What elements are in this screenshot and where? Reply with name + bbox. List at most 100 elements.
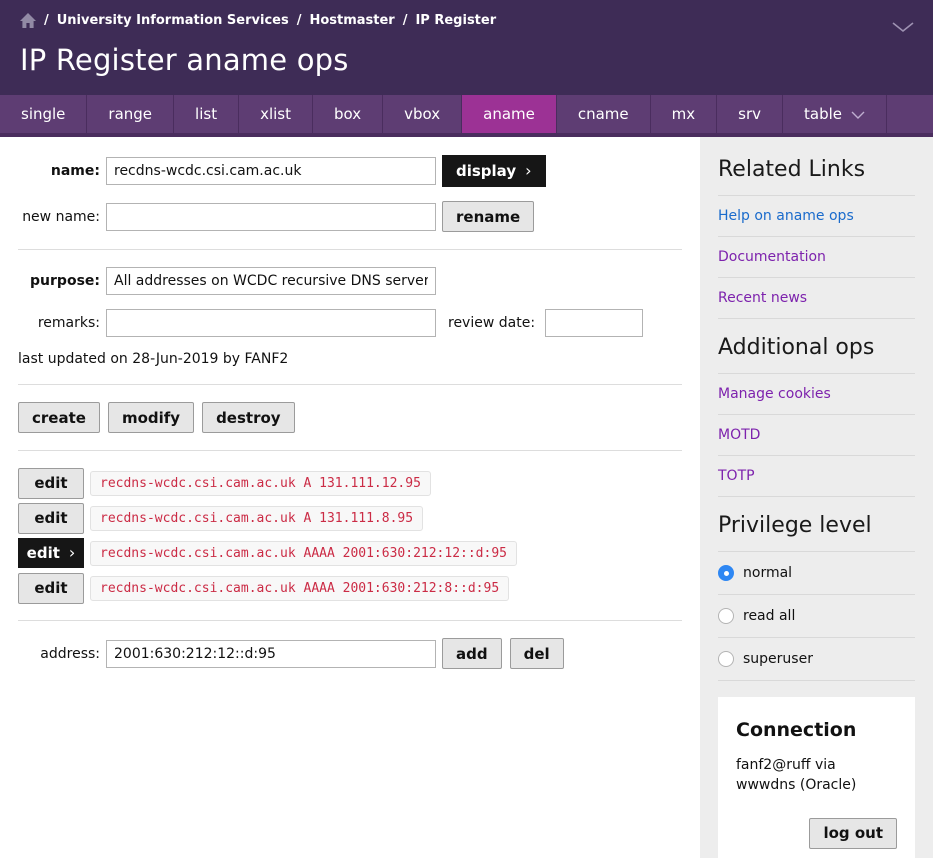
tab-xlist[interactable]: xlist — [239, 95, 313, 133]
sidebar-link[interactable]: Recent news — [718, 290, 807, 306]
address-row: address: add del — [0, 638, 700, 669]
radio-button[interactable] — [718, 608, 734, 624]
tab-label: aname — [483, 105, 535, 123]
privilege-radio-superuser[interactable]: superuser — [718, 638, 915, 681]
radio-button[interactable] — [718, 651, 734, 667]
connection-heading: Connection — [736, 719, 897, 741]
privilege-radio-normal[interactable]: normal — [718, 552, 915, 595]
name-label: name: — [0, 163, 100, 179]
edit-button-label: edit — [34, 579, 67, 597]
record-row: edit recdns-wcdc.csi.cam.ac.uk AAAA 2001:… — [18, 573, 700, 603]
breadcrumb-item[interactable]: University Information Services — [57, 13, 289, 28]
privilege-radio-read-all[interactable]: read all — [718, 595, 915, 638]
sidebar-link[interactable]: Documentation — [718, 249, 826, 265]
record-text: recdns-wcdc.csi.cam.ac.uk AAAA 2001:630:… — [90, 576, 509, 601]
last-updated-text: last updated on 28-Jun-2019 by FANF2 — [18, 351, 700, 367]
del-button[interactable]: del — [510, 638, 564, 669]
tab-label: single — [21, 105, 65, 123]
site-header: / University Information Services / Hostmas… — [0, 0, 933, 95]
tab-mx[interactable]: mx — [651, 95, 718, 133]
remarks-input[interactable] — [106, 309, 436, 337]
connection-text: fanf2@ruff via wwwdns (Oracle) — [736, 755, 897, 796]
home-icon[interactable] — [20, 13, 36, 28]
sidebar-link-row: Recent news — [718, 278, 915, 319]
divider — [18, 620, 682, 621]
modify-button[interactable]: modify — [108, 402, 194, 433]
sidebar-link[interactable]: Manage cookies — [718, 386, 831, 402]
edit-button[interactable]: edit — [18, 573, 84, 604]
chevron-down-icon[interactable] — [891, 18, 915, 37]
breadcrumb-items: / University Information Services / Hostmas… — [44, 13, 496, 28]
name-row: name: display › — [0, 155, 700, 187]
sidebar-link-row: Documentation — [718, 237, 915, 278]
sidebar-link-row: Manage cookies — [718, 374, 915, 415]
tab-srv[interactable]: srv — [717, 95, 783, 133]
radio-dot — [724, 571, 729, 576]
purpose-row: purpose: — [0, 267, 700, 295]
sidebar-link[interactable]: MOTD — [718, 427, 760, 443]
edit-button-label: edit — [27, 544, 60, 562]
purpose-input[interactable] — [106, 267, 436, 295]
new-name-label: new name: — [0, 209, 100, 225]
breadcrumb-separator: / — [297, 13, 302, 28]
sidebar-heading: Privilege level — [718, 497, 915, 552]
tab-label: box — [334, 105, 361, 123]
action-buttons: create modify destroy — [18, 402, 700, 433]
tab-label: cname — [578, 105, 629, 123]
remarks-label: remarks: — [0, 315, 100, 331]
tab-table[interactable]: table — [783, 95, 887, 133]
chevron-right-icon: › — [69, 545, 75, 561]
tab-label: xlist — [260, 105, 291, 123]
radio-label: normal — [743, 565, 792, 581]
sidebar-heading: Additional ops — [718, 319, 915, 374]
tab-cname[interactable]: cname — [557, 95, 651, 133]
tab-vbox[interactable]: vbox — [383, 95, 462, 133]
tab-box[interactable]: box — [313, 95, 383, 133]
edit-button[interactable]: edit — [18, 503, 84, 534]
new-name-input[interactable] — [106, 203, 436, 231]
tab-label: range — [108, 105, 152, 123]
tab-label: list — [195, 105, 217, 123]
connection-panel: Connection fanf2@ruff via wwwdns (Oracle… — [718, 697, 915, 862]
rename-button[interactable]: rename — [442, 201, 534, 232]
chevron-right-icon: › — [525, 163, 531, 179]
divider — [18, 384, 682, 385]
tab-label: table — [804, 105, 842, 123]
tab-single[interactable]: single — [0, 95, 87, 133]
tab-label: vbox — [404, 105, 440, 123]
destroy-button[interactable]: destroy — [202, 402, 295, 433]
main-form: name: display › new name: rename purpose… — [0, 137, 700, 858]
display-button[interactable]: display › — [442, 155, 546, 187]
breadcrumb-item[interactable]: Hostmaster — [309, 13, 394, 28]
edit-button-label: edit — [34, 474, 67, 492]
edit-button-label: edit — [34, 509, 67, 527]
address-label: address: — [0, 646, 100, 662]
record-text: recdns-wcdc.csi.cam.ac.uk A 131.111.8.95 — [90, 506, 423, 531]
new-name-row: new name: rename — [0, 201, 700, 232]
name-input[interactable] — [106, 157, 436, 185]
sidebar-link[interactable]: TOTP — [718, 468, 755, 484]
tab-list[interactable]: list — [174, 95, 239, 133]
breadcrumb-separator: / — [403, 13, 408, 28]
review-date-label: review date: — [448, 315, 535, 331]
radio-button[interactable] — [718, 565, 734, 581]
record-row: edit recdns-wcdc.csi.cam.ac.uk A 131.111.… — [18, 503, 700, 533]
sidebar-link-row: TOTP — [718, 456, 915, 497]
breadcrumb-item[interactable]: IP Register — [415, 13, 496, 28]
edit-button[interactable]: edit — [18, 468, 84, 499]
address-input[interactable] — [106, 640, 436, 668]
breadcrumb: / University Information Services / Hostmas… — [20, 13, 913, 28]
tab-aname[interactable]: aname — [462, 95, 557, 133]
purpose-label: purpose: — [0, 273, 100, 289]
record-text: recdns-wcdc.csi.cam.ac.uk AAAA 2001:630:… — [90, 541, 517, 566]
review-date-input[interactable] — [545, 309, 643, 337]
logout-button[interactable]: log out — [809, 818, 897, 849]
tab-range[interactable]: range — [87, 95, 174, 133]
create-button[interactable]: create — [18, 402, 100, 433]
edit-button[interactable]: edit › — [18, 538, 84, 568]
chevron-down-icon[interactable] — [851, 105, 865, 123]
sidebar-link-row: Help on aname ops — [718, 196, 915, 237]
add-button[interactable]: add — [442, 638, 502, 669]
sidebar-link[interactable]: Help on aname ops — [718, 208, 854, 224]
radio-label: read all — [743, 608, 795, 624]
